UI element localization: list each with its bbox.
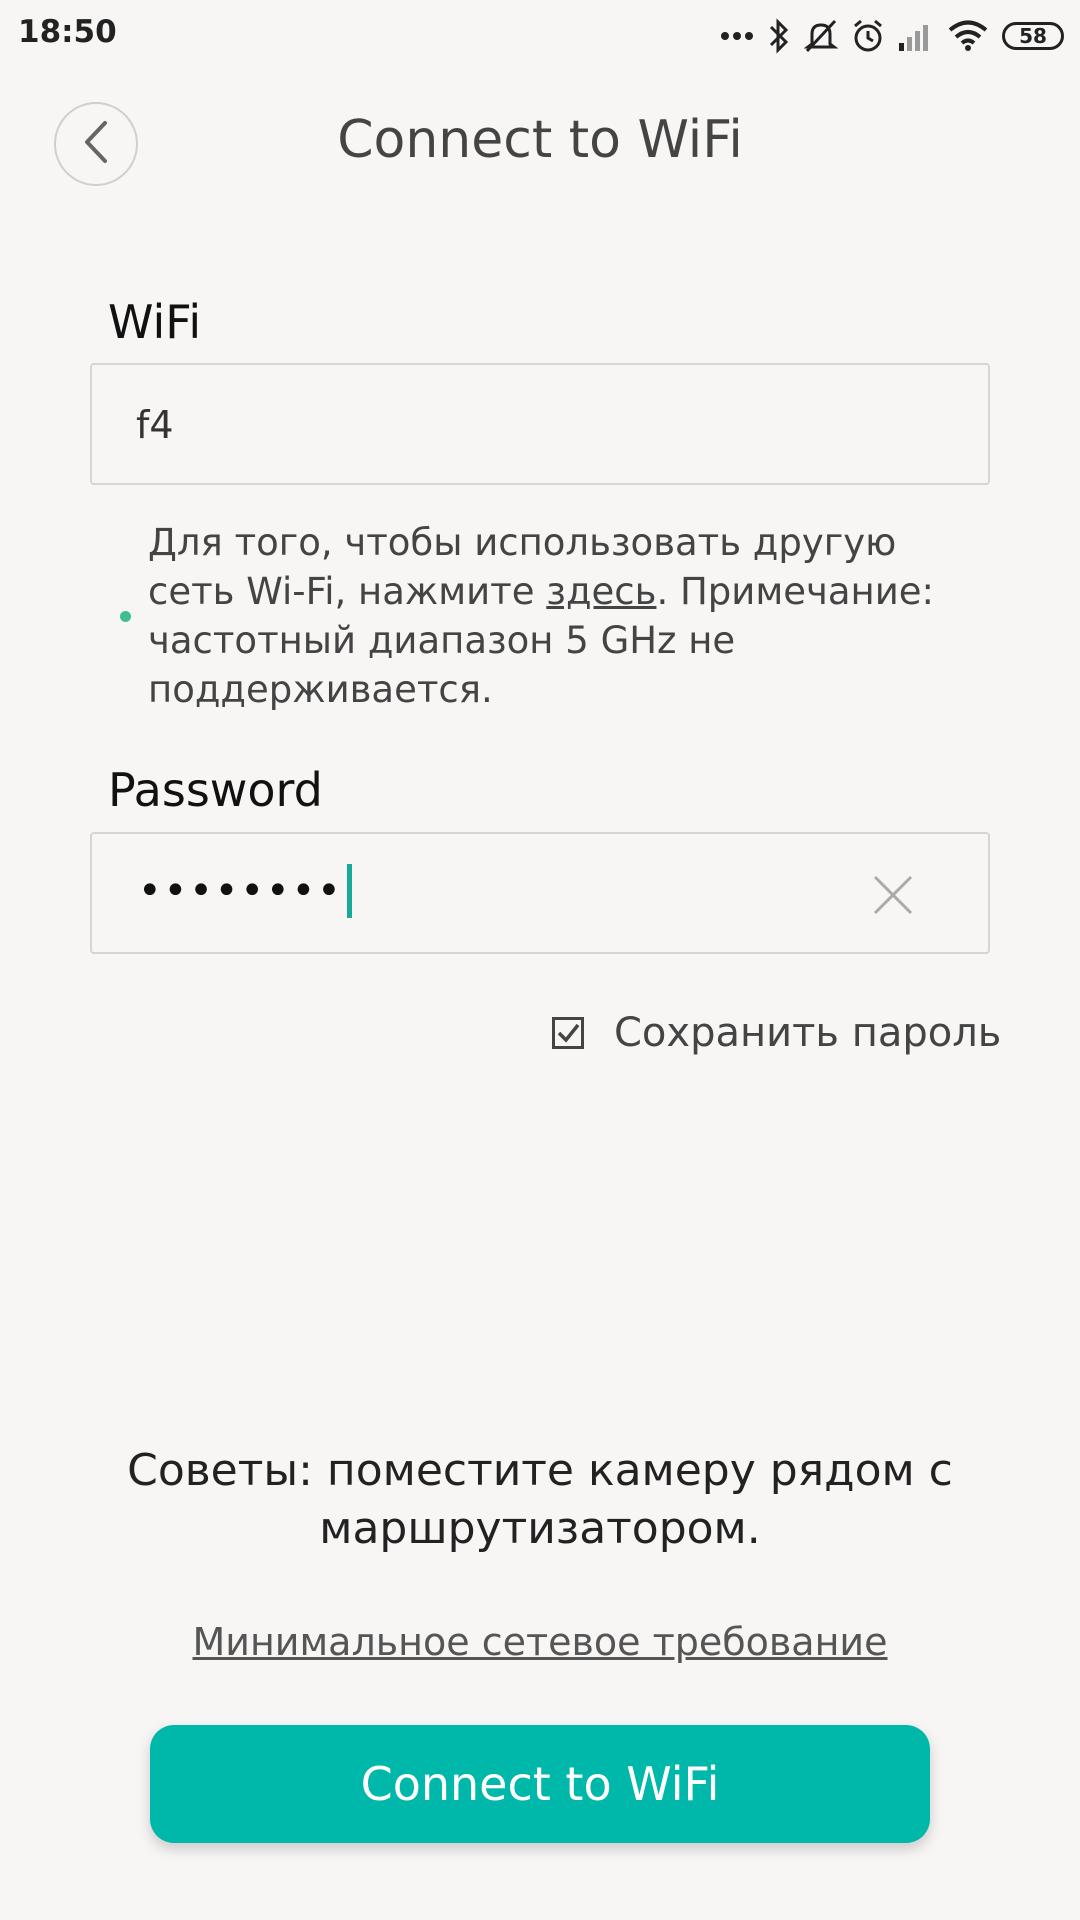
signal-icon [898, 21, 934, 51]
text-cursor [346, 864, 352, 918]
password-field[interactable]: •••••••• [90, 832, 990, 954]
page-title: Connect to WiFi [337, 110, 743, 170]
hint-bullet [120, 611, 131, 622]
wifi-icon [948, 20, 988, 52]
close-icon[interactable] [872, 874, 914, 916]
status-icons: 58 [720, 16, 1064, 56]
password-value: •••••••• [138, 864, 352, 918]
save-password-label: Сохранить пароль [614, 1010, 1002, 1056]
status-bar: 18:50 58 [0, 0, 1080, 74]
alarm-icon [852, 19, 884, 53]
battery-icon: 58 [1002, 22, 1064, 50]
wifi-field[interactable]: f4 [90, 363, 990, 485]
mute-icon [804, 18, 838, 54]
status-time: 18:50 [18, 14, 117, 50]
connect-button[interactable]: Connect to WiFi [150, 1725, 930, 1843]
password-dots: •••••••• [138, 868, 343, 914]
password-label: Password [108, 763, 323, 817]
bluetooth-icon [768, 18, 790, 54]
more-dots-icon [720, 31, 754, 41]
wifi-value: f4 [136, 403, 174, 447]
network-hint: Для того, чтобы использовать другую сеть… [148, 518, 948, 714]
change-network-link[interactable]: здесь [546, 570, 656, 613]
min-requirement-link[interactable]: Минимальное сетевое требование [0, 1620, 1080, 1664]
save-password-checkbox[interactable]: Сохранить пароль [552, 1010, 1001, 1056]
checkbox-checked-icon [552, 1017, 584, 1049]
tips-text: Советы: поместите камеру рядом с маршрут… [127, 1445, 953, 1554]
battery-level: 58 [1019, 24, 1047, 48]
wifi-label: WiFi [108, 295, 202, 349]
